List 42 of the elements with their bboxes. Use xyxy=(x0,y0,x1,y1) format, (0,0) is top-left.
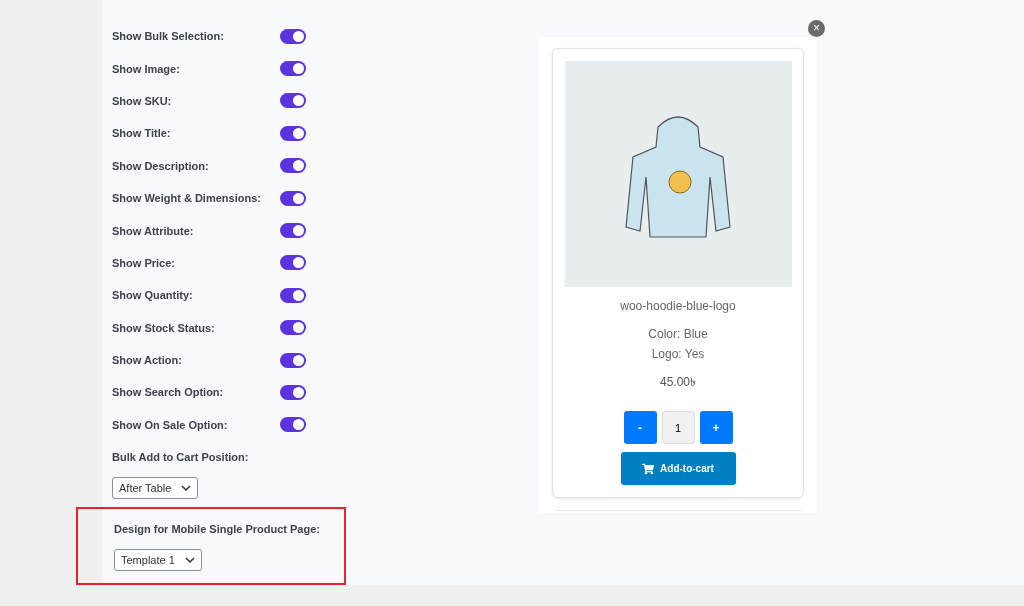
setting-label: Show Search Option: xyxy=(112,386,225,399)
toggle-switch[interactable] xyxy=(280,28,306,44)
quantity-field[interactable]: 1 xyxy=(661,411,695,444)
toggle-switch[interactable] xyxy=(280,352,306,368)
setting-label: Show Quantity: xyxy=(112,289,194,302)
product-name: woo-hoodie-blue-logo xyxy=(620,299,736,313)
toggle-switch[interactable] xyxy=(280,385,306,400)
add-to-cart-button[interactable]: Add-to-cart xyxy=(620,452,736,485)
close-button[interactable]: × xyxy=(808,20,825,37)
setting-label: Show Title: xyxy=(112,127,172,140)
dropdown-select[interactable]: Template 1 xyxy=(114,549,202,572)
toggle-switch[interactable] xyxy=(280,287,306,303)
product-price: 45.00৳ xyxy=(660,374,696,391)
toggle-switch[interactable] xyxy=(280,190,306,206)
chevron-down-icon xyxy=(184,557,195,564)
dropdown-select[interactable]: After Table xyxy=(112,477,199,500)
toggle-switch[interactable] xyxy=(280,417,306,433)
product-attribute: Logo: Yes xyxy=(651,347,705,361)
setting-label: Show Price: xyxy=(112,256,176,269)
toggle-switch[interactable] xyxy=(280,158,306,174)
product-attribute: Color: Blue xyxy=(648,327,708,341)
increase-button[interactable]: + xyxy=(699,411,733,444)
setting-label: Show Weight & Dimensions: xyxy=(112,192,262,205)
setting-label: Show SKU: xyxy=(112,94,173,107)
setting-label: Bulk Add to Cart Position: xyxy=(112,451,250,464)
setting-label: Show Action: xyxy=(112,354,183,367)
chevron-down-icon xyxy=(181,485,192,492)
setting-label: Show Stock Status: xyxy=(112,321,216,334)
setting-label: Show Image: xyxy=(112,62,181,75)
decrease-button[interactable]: - xyxy=(623,411,657,444)
setting-label: Show On Sale Option: xyxy=(112,418,229,431)
toggle-switch[interactable] xyxy=(280,61,306,77)
setting-label: Show Attribute: xyxy=(112,224,195,237)
toggle-switch[interactable] xyxy=(280,320,306,336)
setting-label: Show Description: xyxy=(112,159,210,172)
toggle-switch[interactable] xyxy=(280,93,306,109)
toggle-switch[interactable] xyxy=(280,255,306,271)
toggle-switch[interactable] xyxy=(280,223,306,239)
cart-icon xyxy=(642,462,655,475)
toggle-switch[interactable] xyxy=(280,125,306,141)
setting-label: Design for Mobile Single Product Page: xyxy=(114,523,321,536)
setting-label: Show Bulk Selection: xyxy=(112,30,225,43)
